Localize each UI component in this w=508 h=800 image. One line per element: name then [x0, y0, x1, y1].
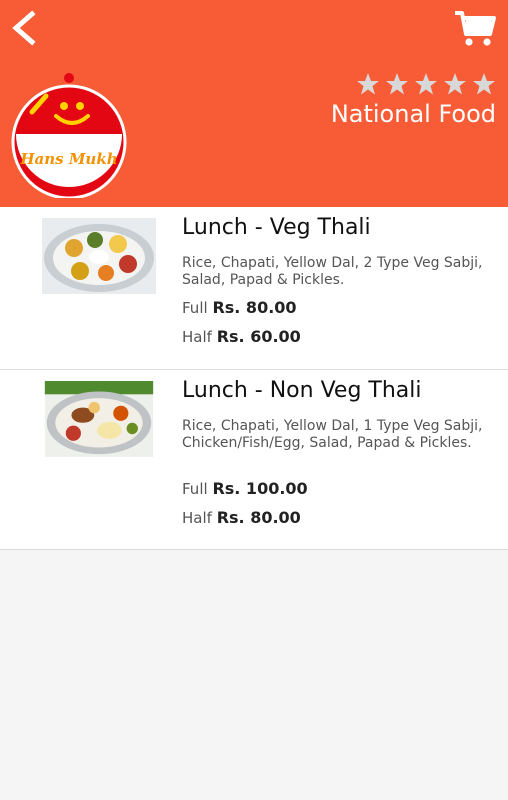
restaurant-name: National Food [330, 100, 496, 128]
cart-icon [455, 11, 496, 46]
price-size-label: Half [182, 328, 212, 346]
price-amount: Rs. 80.00 [212, 298, 297, 317]
price-size-label: Full [182, 299, 208, 317]
star-icon [357, 73, 379, 95]
star-icon [386, 73, 408, 95]
back-button[interactable] [6, 8, 42, 48]
price-amount: Rs. 60.00 [216, 327, 301, 346]
price-amount: Rs. 80.00 [216, 508, 301, 527]
price-full: Full Rs. 100.00 [182, 479, 308, 498]
menu-list: Lunch - Veg Thali Rice, Chapati, Yellow … [0, 207, 508, 550]
cart-button[interactable] [454, 10, 496, 48]
item-title: Lunch - Veg Thali [182, 215, 371, 240]
rating-stars [356, 72, 496, 96]
item-description: Rice, Chapati, Yellow Dal, 1 Type Veg Sa… [182, 418, 483, 451]
app-header: Hans Mukh National Food [0, 0, 508, 207]
star-icon [415, 73, 437, 95]
menu-item[interactable]: Lunch - Veg Thali Rice, Chapati, Yellow … [0, 207, 508, 370]
price-half: Half Rs. 60.00 [182, 327, 301, 346]
logo-text: Hans Mukh [19, 150, 117, 168]
veg-thali-image [42, 218, 156, 294]
price-size-label: Full [182, 480, 208, 498]
item-title: Lunch - Non Veg Thali [182, 378, 422, 403]
price-half: Half Rs. 80.00 [182, 508, 301, 527]
star-icon [473, 73, 495, 95]
price-size-label: Half [182, 509, 212, 527]
menu-item[interactable]: Lunch - Non Veg Thali Rice, Chapati, Yel… [0, 370, 508, 550]
chevron-left-icon [12, 10, 36, 46]
restaurant-logo: Hans Mukh [10, 72, 128, 200]
star-icon [444, 73, 466, 95]
item-description: Rice, Chapati, Yellow Dal, 2 Type Veg Sa… [182, 255, 483, 288]
price-amount: Rs. 100.00 [212, 479, 308, 498]
non-veg-thali-image [44, 381, 154, 457]
price-full: Full Rs. 80.00 [182, 298, 297, 317]
